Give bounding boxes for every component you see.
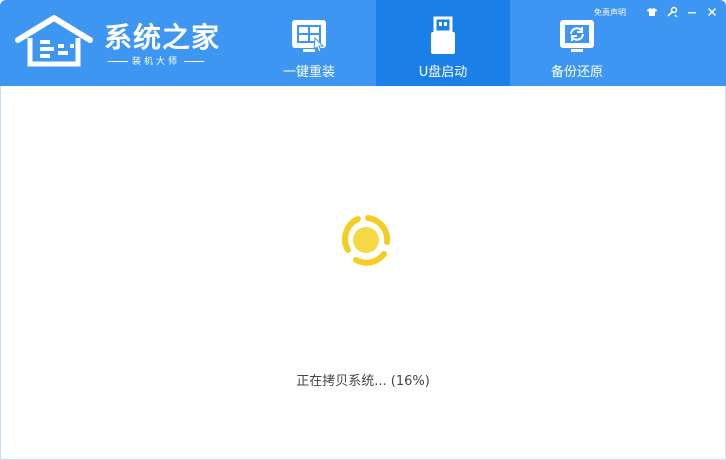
- logo-title: 系统之家: [104, 21, 221, 54]
- progress-percent: (16%): [390, 374, 430, 389]
- tab-label: 备份还原: [550, 65, 603, 80]
- status-text: 正在拷贝系统...: [296, 374, 387, 389]
- disclaimer-link[interactable]: 免责声明: [594, 7, 626, 18]
- windows-install-icon: [292, 20, 326, 53]
- settings-icon[interactable]: [666, 6, 678, 18]
- logo: 系统之家 装机大师: [14, 12, 224, 74]
- tab-label: U盘启动: [418, 65, 468, 80]
- skin-icon[interactable]: [646, 6, 658, 18]
- tab-label: 一键重装: [282, 65, 335, 80]
- app-window: 系统之家 装机大师 一键重装 U盘启动 备份还原 免责声明 正在拷贝系统... …: [0, 0, 726, 460]
- minimize-icon[interactable]: [686, 6, 698, 18]
- logo-subtitle-text: 装机大师: [132, 57, 181, 67]
- divider: [184, 61, 205, 62]
- window-controls: 免责声明: [594, 4, 718, 20]
- divider: [108, 61, 128, 62]
- backup-restore-icon: [560, 20, 594, 52]
- usb-drive-icon: [431, 16, 455, 54]
- house-logo-icon: [15, 15, 93, 67]
- loading-spinner-icon: [342, 215, 391, 266]
- tab-usb-boot[interactable]: U盘启动: [376, 0, 510, 86]
- main-content: 正在拷贝系统... (16%): [0, 86, 726, 460]
- tab-one-click-reinstall[interactable]: 一键重装: [242, 0, 376, 86]
- logo-subtitle: 装机大师: [104, 54, 208, 67]
- close-icon[interactable]: [706, 6, 718, 18]
- progress-status: 正在拷贝系统... (16%): [1, 370, 725, 389]
- header-bar: 系统之家 装机大师 一键重装 U盘启动 备份还原 免责声明: [0, 0, 726, 86]
